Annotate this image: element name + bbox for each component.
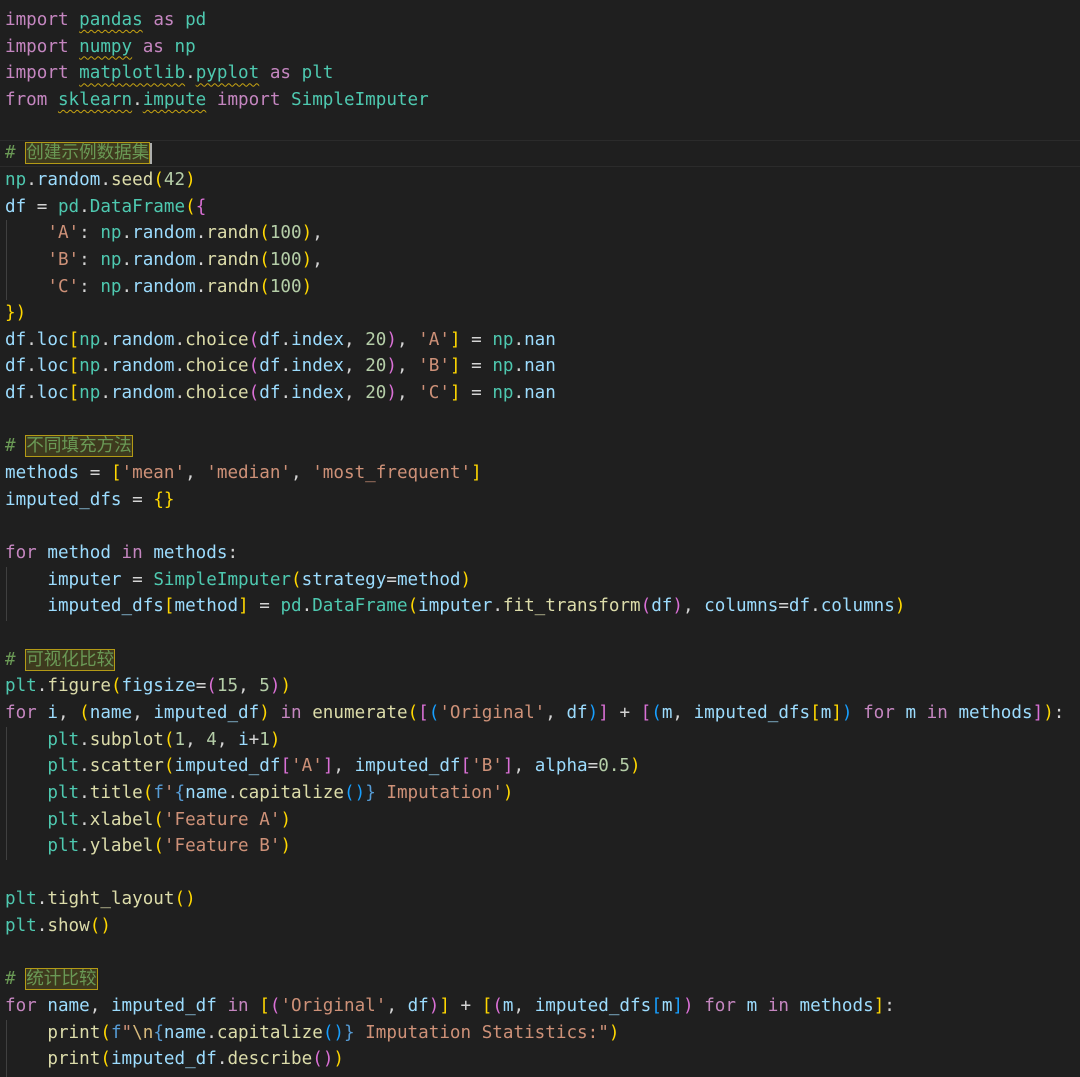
code-line[interactable]: df = pd.DataFrame({ (5, 194, 206, 221)
code-line[interactable]: 'C': np.random.randn(100) (5, 274, 312, 301)
current-line-highlight (0, 140, 1080, 167)
code-line[interactable]: }) (5, 300, 26, 327)
code-line[interactable]: # 不同填充方法 (5, 433, 133, 460)
code-line[interactable]: # 可视化比较 (5, 647, 116, 674)
code-line[interactable]: 'A': np.random.randn(100), (5, 220, 322, 247)
code-line[interactable]: for i, (name, imputed_df) in enumerate([… (5, 700, 1064, 727)
code-line[interactable]: for method in methods: (5, 540, 238, 567)
code-line[interactable]: # 统计比较 (5, 966, 98, 993)
code-line[interactable]: np.random.seed(42) (5, 167, 196, 194)
code-line[interactable]: df.loc[np.random.choice(df.index, 20), '… (5, 380, 556, 407)
code-line[interactable]: df.loc[np.random.choice(df.index, 20), '… (5, 327, 556, 354)
code-line[interactable]: plt.subplot(1, 4, i+1) (5, 727, 280, 754)
code-line[interactable]: for name, imputed_df in [('Original', df… (5, 993, 895, 1020)
code-line[interactable]: from sklearn.impute import SimpleImputer (5, 87, 429, 114)
code-line[interactable]: import pandas as pd (5, 7, 206, 34)
code-line[interactable]: imputed_dfs = {} (5, 487, 175, 514)
code-line[interactable]: plt.tight_layout() (5, 886, 196, 913)
code-line[interactable]: imputed_dfs[method] = pd.DataFrame(imput… (5, 593, 905, 620)
code-editor[interactable]: import pandas as pd import numpy as np imp… (0, 0, 1080, 1077)
text-cursor (150, 143, 152, 164)
code-line[interactable]: print(imputed_df.describe()) (5, 1046, 344, 1073)
code-line[interactable]: 'B': np.random.randn(100), (5, 247, 322, 274)
code-line[interactable]: imputer = SimpleImputer(strategy=method) (5, 567, 471, 594)
code-line[interactable]: df.loc[np.random.choice(df.index, 20), '… (5, 353, 556, 380)
code-line[interactable]: print(f"\n{name.capitalize()} Imputation… (5, 1020, 619, 1047)
code-line[interactable]: methods = ['mean', 'median', 'most_frequ… (5, 460, 482, 487)
code-line[interactable]: import matplotlib.pyplot as plt (5, 60, 333, 87)
code-line[interactable]: plt.ylabel('Feature B') (5, 833, 291, 860)
code-line[interactable]: plt.xlabel('Feature A') (5, 807, 291, 834)
code-line[interactable]: plt.scatter(imputed_df['A'], imputed_df[… (5, 753, 640, 780)
code-line[interactable]: # 创建示例数据集 (5, 140, 151, 167)
code-line[interactable]: plt.show() (5, 913, 111, 940)
code-line[interactable]: plt.figure(figsize=(15, 5)) (5, 673, 291, 700)
code-line[interactable]: import numpy as np (5, 34, 196, 61)
code-line[interactable]: plt.title(f'{name.capitalize()} Imputati… (5, 780, 513, 807)
